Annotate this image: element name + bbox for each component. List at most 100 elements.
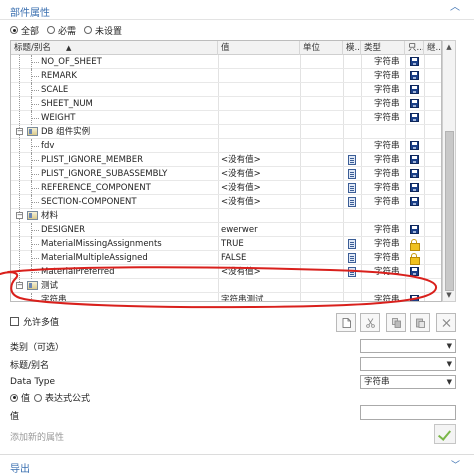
property-row[interactable]: MaterialMissingAssignments TRUE 字符串	[11, 237, 441, 251]
radio-value[interactable]	[10, 393, 18, 402]
template-document-icon[interactable]	[348, 267, 356, 277]
save-icon[interactable]	[410, 295, 419, 301]
column-title[interactable]: 标题/别名 ▲	[11, 41, 218, 55]
chevron-up-icon[interactable]: ︿	[450, 2, 462, 14]
property-row[interactable]: 字符串 字符串测试 字符串	[11, 293, 441, 301]
column-type[interactable]: 类型	[361, 41, 405, 55]
save-icon[interactable]	[410, 155, 419, 164]
property-group-row[interactable]: − 材料	[11, 209, 441, 223]
column-unit[interactable]: 单位	[300, 41, 343, 55]
save-icon[interactable]	[410, 183, 419, 192]
copy-button[interactable]	[386, 313, 406, 332]
property-value[interactable]: TRUE	[221, 237, 299, 251]
tree-connector	[31, 251, 32, 265]
chevron-down-icon[interactable]: ﹀	[451, 458, 460, 471]
property-value[interactable]: ewerwer	[221, 223, 299, 237]
category-dropdown[interactable]: ▼	[360, 339, 456, 353]
property-row[interactable]: NO_OF_SHEET 字符串	[11, 55, 441, 69]
template-document-icon[interactable]	[348, 197, 356, 207]
property-row[interactable]: SHEET_NUM 字符串	[11, 97, 441, 111]
column-value[interactable]: 值	[218, 41, 300, 55]
filter-all-option[interactable]: 全部	[10, 24, 39, 37]
save-icon[interactable]	[410, 99, 419, 108]
property-value[interactable]	[221, 55, 299, 69]
property-value[interactable]: FALSE	[221, 251, 299, 265]
property-row[interactable]: WEIGHT 字符串	[11, 111, 441, 125]
column-readonly[interactable]: 只...	[405, 41, 424, 55]
column-inherit[interactable]: 继...	[424, 41, 441, 55]
collapse-icon[interactable]: −	[16, 282, 23, 289]
property-row[interactable]: MaterialMultipleAssigned FALSE 字符串	[11, 251, 441, 265]
save-icon[interactable]	[410, 85, 419, 94]
allow-multiple-checkbox[interactable]	[10, 317, 19, 326]
property-value[interactable]	[221, 111, 299, 125]
save-icon[interactable]	[410, 225, 419, 234]
template-document-icon[interactable]	[348, 253, 356, 263]
tree-connector	[31, 76, 39, 77]
delete-button[interactable]	[436, 313, 456, 332]
property-value[interactable]	[221, 139, 299, 153]
property-value[interactable]	[221, 83, 299, 97]
scroll-thumb[interactable]	[445, 131, 454, 291]
property-value[interactable]: <没有值>	[221, 167, 299, 181]
data-type-dropdown[interactable]: 字符串 ▼	[360, 375, 456, 389]
property-value[interactable]	[221, 97, 299, 111]
panel-header[interactable]: 部件属性 ︿	[0, 0, 474, 20]
scroll-down-icon[interactable]: ▼	[443, 289, 455, 301]
property-row[interactable]: SCALE 字符串	[11, 83, 441, 97]
template-document-icon[interactable]	[348, 239, 356, 249]
property-value[interactable]	[221, 69, 299, 83]
filter-required-option[interactable]: 必需	[47, 24, 76, 37]
property-group-row[interactable]: − DB 组件实例	[11, 125, 441, 139]
save-icon[interactable]	[410, 57, 419, 66]
apply-button[interactable]	[434, 424, 456, 444]
filter-unset-option[interactable]: 未设置	[84, 24, 122, 37]
value-input[interactable]	[360, 405, 456, 420]
allow-multiple-option[interactable]: 允许多值	[10, 315, 59, 328]
value-option[interactable]: 值	[10, 391, 30, 404]
radio-all[interactable]	[10, 26, 18, 34]
lock-icon[interactable]	[410, 239, 420, 251]
column-template[interactable]: 模...	[343, 41, 361, 55]
radio-required[interactable]	[47, 26, 56, 34]
radio-expression[interactable]	[34, 393, 43, 402]
template-document-icon[interactable]	[348, 155, 356, 165]
scroll-up-icon[interactable]: ▲	[443, 41, 455, 53]
tree-connector	[31, 139, 32, 153]
property-group-row[interactable]: − 测试	[11, 279, 441, 293]
export-section-header[interactable]: 导出 ﹀	[0, 454, 474, 475]
save-icon[interactable]	[410, 141, 419, 150]
template-document-icon[interactable]	[348, 169, 356, 179]
save-icon[interactable]	[410, 267, 419, 276]
property-row[interactable]: REMARK 字符串	[11, 69, 441, 83]
template-document-icon[interactable]	[348, 183, 356, 193]
grid-scrollbar[interactable]: ▲ ▼	[442, 40, 456, 302]
save-icon[interactable]	[410, 113, 419, 122]
property-row[interactable]: MaterialPreferred <没有值> 字符串	[11, 265, 441, 279]
collapse-icon[interactable]: −	[16, 128, 23, 135]
expression-option[interactable]: 表达式公式	[34, 391, 90, 404]
property-row[interactable]: PLIST_IGNORE_SUBASSEMBLY <没有值> 字符串	[11, 167, 441, 181]
title-alias-dropdown[interactable]: ▼	[360, 357, 456, 371]
property-row[interactable]: fdv 字符串	[11, 139, 441, 153]
lock-icon[interactable]	[410, 253, 420, 265]
group-title: 测试	[41, 281, 59, 291]
property-row[interactable]: SECTION-COMPONENT <没有值> 字符串	[11, 195, 441, 209]
add-new-property-label: 添加新的属性	[10, 433, 65, 443]
cut-button[interactable]	[360, 313, 380, 332]
paste-button[interactable]	[410, 313, 430, 332]
collapse-icon[interactable]: −	[16, 212, 23, 219]
property-row[interactable]: REFERENCE_COMPONENT <没有值> 字符串	[11, 181, 441, 195]
save-icon[interactable]	[410, 197, 419, 206]
property-value[interactable]: <没有值>	[221, 181, 299, 195]
property-value[interactable]: <没有值>	[221, 153, 299, 167]
save-icon[interactable]	[410, 169, 419, 178]
new-property-button[interactable]	[336, 313, 356, 332]
property-row[interactable]: DESIGNER ewerwer 字符串	[11, 223, 441, 237]
property-row[interactable]: PLIST_IGNORE_MEMBER <没有值> 字符串	[11, 153, 441, 167]
save-icon[interactable]	[410, 71, 419, 80]
radio-unset[interactable]	[84, 26, 93, 34]
property-value[interactable]: 字符串测试	[221, 293, 299, 301]
property-value[interactable]: <没有值>	[221, 195, 299, 209]
property-value[interactable]: <没有值>	[221, 265, 299, 279]
